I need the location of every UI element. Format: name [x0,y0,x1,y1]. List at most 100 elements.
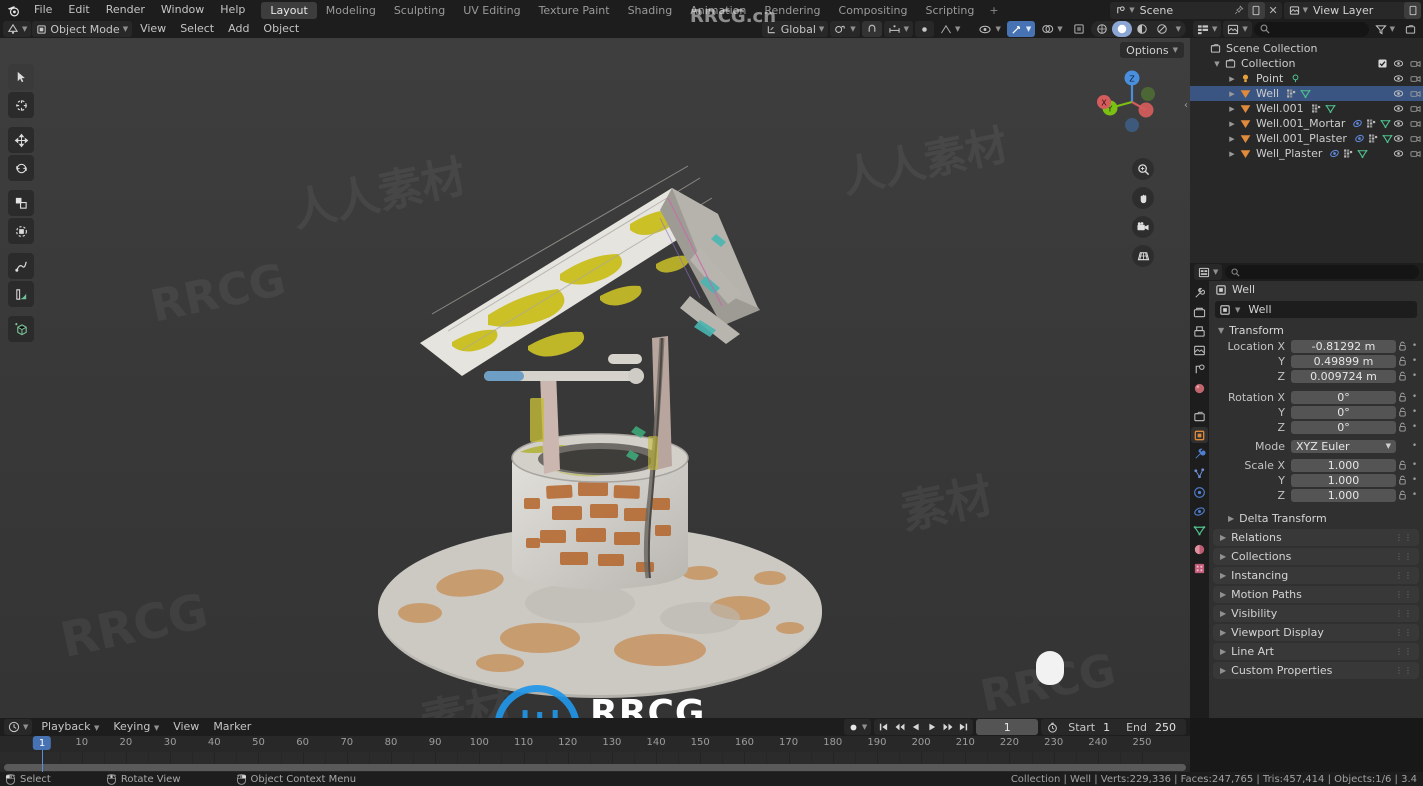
jump-to-end-button[interactable] [956,719,971,735]
properties-editor-type-selector[interactable]: ▼ [1194,264,1223,280]
scale-y-input[interactable]: 1.000 [1291,473,1396,487]
render-camera-icon[interactable] [1410,89,1421,99]
modifier-icon[interactable] [1286,88,1297,99]
chevron-down-icon[interactable]: ▼ [1172,25,1185,33]
output-tab[interactable] [1191,323,1208,339]
auto-keying-toggle[interactable]: ▼ [843,719,872,735]
outliner-new-collection-button[interactable] [1401,21,1420,37]
location-x-input[interactable]: -0.81292 m [1291,339,1396,353]
expand-arrow-icon[interactable]: ▶ [1226,135,1238,143]
material-icon[interactable] [1352,118,1363,129]
viewport-3d[interactable]: RRCG RRCG 人人素材 人人素材 素材 素材 RRCG [0,38,1190,718]
lock-icon[interactable] [1396,371,1409,381]
viewport-menu-view[interactable]: View [133,20,173,38]
scale-z-input[interactable]: 1.000 [1291,488,1396,502]
panel-motion-paths[interactable]: ▶ Motion Paths ⋮⋮ [1213,586,1419,603]
render-camera-icon[interactable] [1410,134,1421,144]
animate-property-dot[interactable]: • [1409,341,1420,351]
rotate-tool[interactable] [8,155,34,181]
view-layer-tab[interactable] [1191,342,1208,358]
editor-type-selector[interactable]: ▼ [3,21,32,37]
collection-tab[interactable] [1191,408,1208,424]
overlays-toggle[interactable]: ▼ [1037,21,1066,37]
stopwatch-icon[interactable] [1041,722,1062,733]
mesh-data-icon[interactable] [1382,133,1393,144]
timeline-menu-playback[interactable]: Playback ▼ [34,718,106,736]
timeline-menu-view[interactable]: View [166,718,206,736]
modifier-tab[interactable] [1191,446,1208,462]
object-name-field[interactable]: ▼ Well [1215,301,1417,318]
workspace-tab-texture-paint[interactable]: Texture Paint [530,2,619,19]
menu-render[interactable]: Render [98,0,153,20]
rotation-mode-select[interactable]: XYZ Euler ▼ [1291,439,1396,453]
render-camera-icon[interactable] [1410,74,1421,84]
expand-arrow-icon[interactable]: ▶ [1226,150,1238,158]
particles-tab[interactable] [1191,465,1208,481]
animate-property-dot[interactable]: • [1409,441,1420,451]
object-mode-selector[interactable]: Object Mode ▼ [32,21,133,37]
outliner-row-collection[interactable]: ▼ Collection [1190,56,1423,71]
panel-custom-properties[interactable]: ▶ Custom Properties ⋮⋮ [1213,662,1419,679]
panel-delta-transform[interactable]: ▶ Delta Transform [1221,510,1419,527]
animate-property-dot[interactable]: • [1409,407,1420,417]
animate-property-dot[interactable]: • [1409,392,1420,402]
workspace-tab-compositing[interactable]: Compositing [830,2,917,19]
mesh-data-icon[interactable] [1300,88,1311,99]
panel-collections[interactable]: ▶ Collections ⋮⋮ [1213,548,1419,565]
animate-property-dot[interactable]: • [1409,422,1420,432]
add-cube-tool[interactable] [8,316,34,342]
render-tab[interactable] [1191,304,1208,320]
visibility-eye-icon[interactable] [1393,59,1404,68]
wireframe-shading-button[interactable] [1092,21,1112,37]
playhead-frame-label[interactable]: 1 [32,736,52,750]
outliner-display-mode-selector[interactable]: ▼ [1193,21,1222,37]
menu-window[interactable]: Window [153,0,212,20]
rendered-shading-button[interactable] [1152,21,1172,37]
mesh-data-icon[interactable] [1380,118,1391,129]
timeline-editor-type-selector[interactable]: ▼ [4,719,33,735]
toggle-perspective-icon[interactable] [1132,245,1154,267]
lock-icon[interactable] [1396,407,1409,417]
scale-x-input[interactable]: 1.000 [1291,458,1396,472]
lock-icon[interactable] [1396,422,1409,432]
viewport-options-button[interactable]: Options ▼ [1120,42,1184,58]
pivot-point-selector[interactable]: ▼ [830,21,860,37]
view-layer-selector[interactable]: ▼ View Layer [1283,1,1421,19]
lock-icon[interactable] [1396,460,1409,470]
outliner-row-scene-collection[interactable]: Scene Collection [1190,41,1423,56]
scale-tool[interactable] [8,190,34,216]
tool-tab[interactable] [1191,285,1208,301]
constraint-tab[interactable] [1191,503,1208,519]
cursor-tool[interactable] [8,92,34,118]
zoom-view-icon[interactable] [1132,158,1154,180]
outliner-scene-filter-selector[interactable]: ▼ [1223,21,1252,37]
gizmo-toggle[interactable]: ▼ [1006,21,1036,37]
data-tab[interactable] [1191,522,1208,538]
workspace-tab-sculpting[interactable]: Sculpting [385,2,454,19]
texture-tab[interactable] [1191,560,1208,576]
outliner-row-point[interactable]: ▶ Point [1190,71,1423,86]
timeline-scrollbar[interactable] [4,764,1186,771]
lock-icon[interactable] [1396,490,1409,500]
properties-search-input[interactable] [1225,265,1419,279]
expand-arrow-icon[interactable]: ▶ [1226,120,1238,128]
panel-visibility[interactable]: ▶ Visibility ⋮⋮ [1213,605,1419,622]
modifier-icon[interactable] [1343,148,1354,159]
viewport-menu-add[interactable]: Add [221,20,256,38]
collection-checkbox[interactable] [1378,59,1387,68]
animate-property-dot[interactable]: • [1409,490,1420,500]
mesh-data-icon[interactable] [1325,103,1336,114]
animate-property-dot[interactable]: • [1409,371,1420,381]
lock-icon[interactable] [1396,356,1409,366]
timeline-menu-keying[interactable]: Keying ▼ [106,718,166,736]
transform-tool[interactable] [8,218,34,244]
snap-magnet-toggle[interactable] [861,21,882,37]
expand-arrow-icon[interactable]: ▶ [1226,90,1238,98]
visibility-eye-icon[interactable] [1393,134,1404,143]
visibility-eye-icon[interactable] [1393,119,1404,128]
tweak-select-tool[interactable] [8,64,34,90]
outliner-row-well-001[interactable]: ▶ Well.001 [1190,101,1423,116]
visibility-eye-icon[interactable] [1393,104,1404,113]
visibility-eye-icon[interactable] [1393,89,1404,98]
modifier-icon[interactable] [1366,118,1377,129]
